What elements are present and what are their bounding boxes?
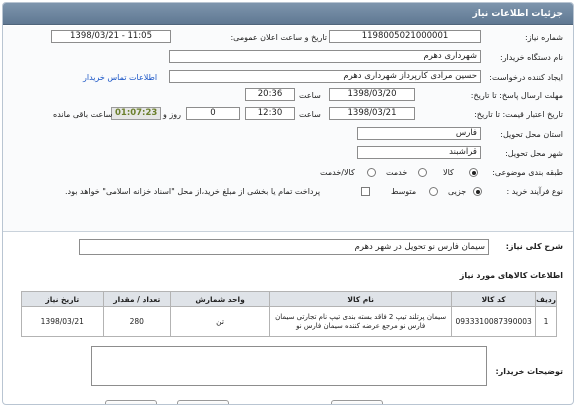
treasury-payment-checkbox[interactable] (361, 187, 370, 196)
items-header-row: ردیف کد کالا نام کالا واحد شمارش تعداد /… (21, 291, 557, 307)
category-label: طبقه بندی موضوعی: (492, 168, 563, 177)
remaining-time-timer: 01:07:23 (111, 107, 161, 120)
buyer-notes-field[interactable] (91, 346, 487, 386)
category-service-radio[interactable] (418, 168, 427, 177)
remaining-time-label: ساعت باقی مانده (53, 110, 113, 119)
process-medium-radio[interactable] (429, 187, 438, 196)
table-row[interactable]: 1 0933310087390003 سیمان پرتلند تیپ 2 فا… (21, 306, 557, 337)
requester-field[interactable]: حسین مرادی کارپرداز شهرداری دهرم (169, 70, 481, 83)
reply-deadline-label: مهلت ارسال پاسخ: تا تاریخ: (470, 91, 563, 100)
province-label: استان محل تحویل: (500, 130, 563, 139)
col-qty-header: تعداد / مقدار (102, 291, 171, 307)
need-number-label: شماره نیاز: (525, 33, 563, 42)
requester-label: ایجاد کننده درخواست: (489, 73, 563, 82)
category-goods-service-label: کالا/خدمت (320, 168, 355, 177)
unit-cell: تن (169, 306, 271, 337)
process-minor-label: جزیی (448, 187, 467, 196)
category-service-label: خدمت (386, 168, 408, 177)
action-button-3[interactable] (331, 400, 383, 404)
window-title-text: جزئیات اطلاعات نیاز (472, 8, 563, 19)
purchase-process-label: نوع فرآیند خرید : (506, 187, 563, 196)
summary-label: شرح کلی نیاز: (505, 242, 563, 251)
price-validity-time[interactable]: 12:30 (245, 107, 295, 120)
buyer-notes-label: توضیحات خریدار: (495, 367, 563, 376)
category-goods-radio[interactable] (469, 168, 478, 177)
price-validity-date[interactable]: 1398/03/21 (329, 107, 415, 120)
col-name-header: نام کالا (269, 291, 453, 307)
price-validity-time-label: ساعت (299, 110, 321, 119)
items-section-title: اطلاعات کالاهای مورد نیاز (459, 271, 563, 280)
category-goods-label: کالا (443, 168, 454, 177)
qty-cell: 280 (102, 306, 171, 337)
col-code-header: کد کالا (451, 291, 537, 307)
announce-datetime-field[interactable]: 1398/03/21 - 11:05 (51, 30, 171, 43)
buyer-org-label: نام دستگاه خریدار: (500, 53, 563, 62)
action-button-2[interactable] (177, 400, 229, 404)
process-minor-radio[interactable] (473, 187, 482, 196)
code-cell: 0933310087390003 (451, 306, 537, 337)
buyer-contact-link[interactable]: اطلاعات تماس خریدار (83, 73, 157, 82)
reply-deadline-date[interactable]: 1398/03/20 (329, 88, 415, 101)
need-details-window: جزئیات اطلاعات نیاز شماره نیاز: 11980050… (2, 2, 574, 405)
form-divider (3, 231, 573, 232)
days-label: روز و (163, 110, 181, 119)
name-cell: سیمان پرتلند تیپ 2 فاقد بسته بندی تیپ نا… (269, 306, 453, 337)
city-label: شهر محل تحویل: (505, 149, 563, 158)
col-row-header: ردیف (535, 291, 557, 307)
remaining-days-field: 0 (186, 107, 240, 120)
province-field[interactable]: فارس (357, 127, 481, 140)
summary-field[interactable]: سیمان فارس نو تحویل در شهر دهرم (79, 239, 489, 255)
reply-deadline-time-label: ساعت (299, 91, 321, 100)
row-number-cell: 1 (535, 306, 557, 337)
category-goods-service-radio[interactable] (367, 168, 376, 177)
col-unit-header: واحد شمارش (169, 291, 271, 307)
city-field[interactable]: قراشبند (357, 146, 481, 159)
col-date-header: تاریخ نیاز (21, 291, 104, 307)
buyer-org-field[interactable]: شهرداری دهرم (169, 50, 481, 63)
need-form: شماره نیاز: 1198005021000001 تاریخ و ساع… (3, 26, 573, 231)
announce-datetime-label: تاریخ و ساعت اعلان عمومی: (230, 33, 327, 42)
treasury-payment-note: پرداخت تمام یا بخشی از مبلغ خرید،از محل … (65, 187, 321, 196)
need-number-field[interactable]: 1198005021000001 (329, 30, 481, 43)
window-title: جزئیات اطلاعات نیاز (3, 3, 573, 25)
process-medium-label: متوسط (391, 187, 417, 196)
price-validity-label: تاریخ اعتبار قیمت: تا تاریخ: (474, 110, 563, 119)
date-cell: 1398/03/21 (21, 306, 104, 337)
action-button-1[interactable] (105, 400, 157, 404)
reply-deadline-time[interactable]: 20:36 (245, 88, 295, 101)
items-table: ردیف کد کالا نام کالا واحد شمارش تعداد /… (21, 291, 557, 337)
